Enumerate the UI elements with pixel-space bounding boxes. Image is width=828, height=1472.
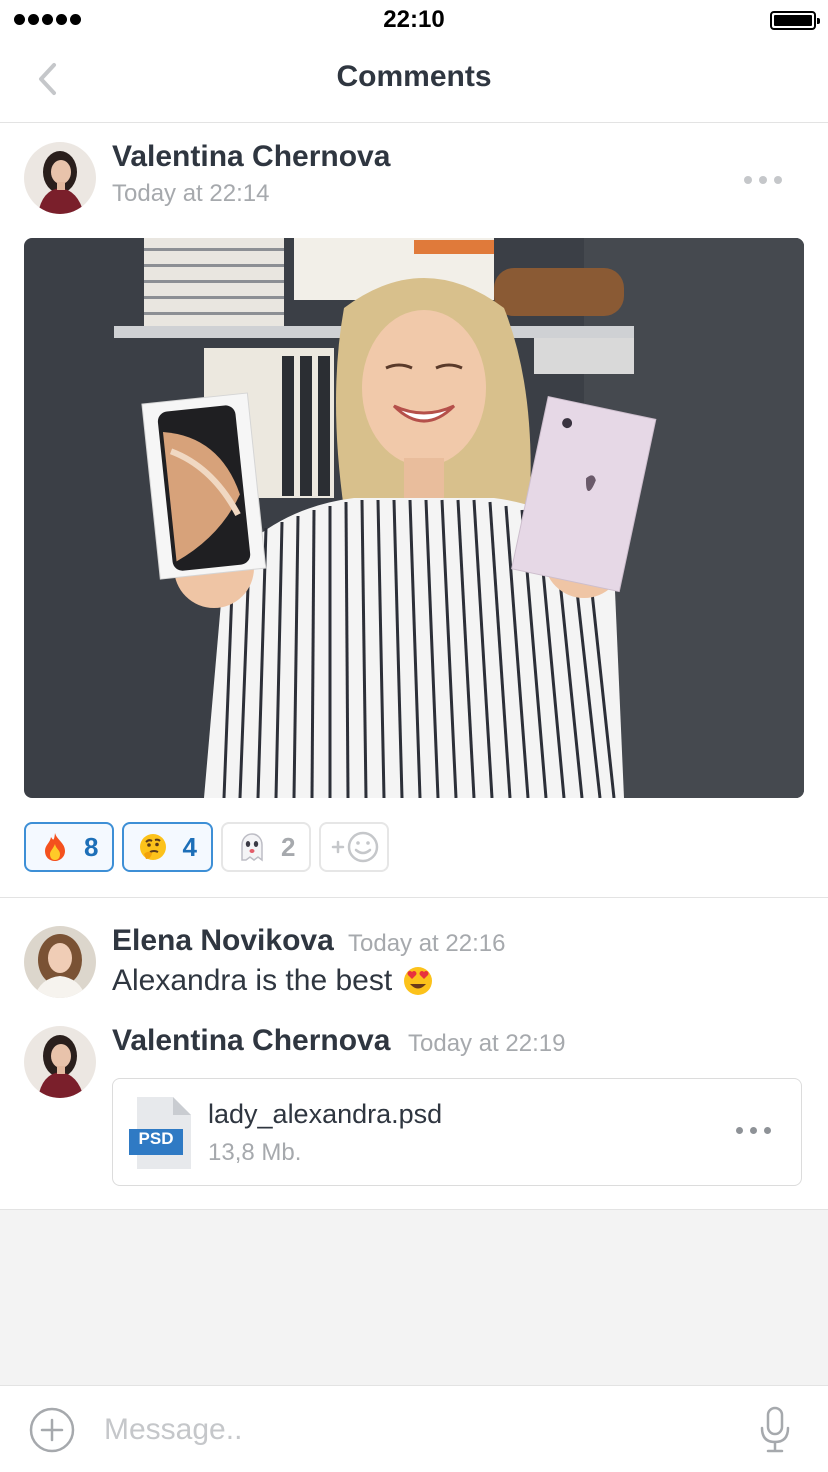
voice-message-button[interactable] xyxy=(758,1406,792,1454)
avatar[interactable] xyxy=(24,142,96,214)
file-name: lady_alexandra.psd xyxy=(208,1099,443,1129)
file-more-button[interactable] xyxy=(730,1121,777,1140)
comment-author-name[interactable]: Elena Novikova xyxy=(112,924,334,958)
fire-icon xyxy=(40,832,70,862)
comment-timestamp: Today at 22:16 xyxy=(348,930,506,957)
thinking-face-icon xyxy=(138,832,168,862)
file-size: 13,8 Mb. xyxy=(208,1139,302,1166)
avatar[interactable] xyxy=(24,926,96,998)
status-bar: 22:10 xyxy=(0,0,828,40)
post-author-name[interactable]: Valentina Chernova xyxy=(112,140,390,174)
reaction-count: 8 xyxy=(84,831,99,862)
avatar-image xyxy=(24,142,96,214)
empty-area xyxy=(0,1209,828,1385)
post-timestamp: Today at 22:14 xyxy=(112,180,270,207)
comment: Elena Novikova Today at 22:16 Alexandra … xyxy=(0,924,828,1006)
ghost-icon xyxy=(237,832,267,862)
avatar-image xyxy=(24,1026,96,1098)
comment-text: Alexandra is the best xyxy=(112,964,434,998)
post-photo[interactable] xyxy=(24,238,804,798)
avatar[interactable] xyxy=(24,1026,96,1098)
microphone-icon xyxy=(760,1406,790,1453)
file-attachment[interactable]: PSD lady_alexandra.psd 13,8 Mb. xyxy=(112,1078,802,1186)
comment-timestamp: Today at 22:19 xyxy=(408,1030,566,1057)
comment-author-name[interactable]: Valentina Chernova xyxy=(112,1024,390,1058)
navigation-bar: Comments xyxy=(0,40,828,123)
reactions-bar: 8 4 2 xyxy=(24,822,390,872)
plus-circle-icon xyxy=(29,1407,75,1453)
page-title: Comments xyxy=(336,60,492,93)
message-input[interactable] xyxy=(104,1404,704,1456)
heart-eyes-icon xyxy=(404,967,433,995)
add-emoji-icon xyxy=(327,831,381,863)
message-composer xyxy=(0,1385,828,1472)
comment: Valentina Chernova Today at 22:19 PSD la… xyxy=(0,1024,828,1190)
status-time: 22:10 xyxy=(383,6,445,33)
file-type-badge: PSD xyxy=(138,1129,174,1148)
reaction-thinking[interactable]: 4 xyxy=(122,822,213,872)
post-more-button[interactable] xyxy=(738,170,788,190)
reaction-fire[interactable]: 8 xyxy=(24,822,115,872)
battery-icon xyxy=(770,11,820,30)
reaction-count: 2 xyxy=(280,831,296,862)
reaction-count: 4 xyxy=(182,831,197,862)
avatar-image xyxy=(24,926,96,998)
reaction-ghost[interactable]: 2 xyxy=(220,822,312,872)
add-reaction-button[interactable] xyxy=(319,822,390,872)
post: Valentina Chernova Today at 22:14 8 4 2 xyxy=(0,124,828,898)
add-attachment-button[interactable] xyxy=(28,1406,76,1454)
photo-image xyxy=(24,238,804,798)
comment-body: Alexandra is the best xyxy=(112,964,393,997)
